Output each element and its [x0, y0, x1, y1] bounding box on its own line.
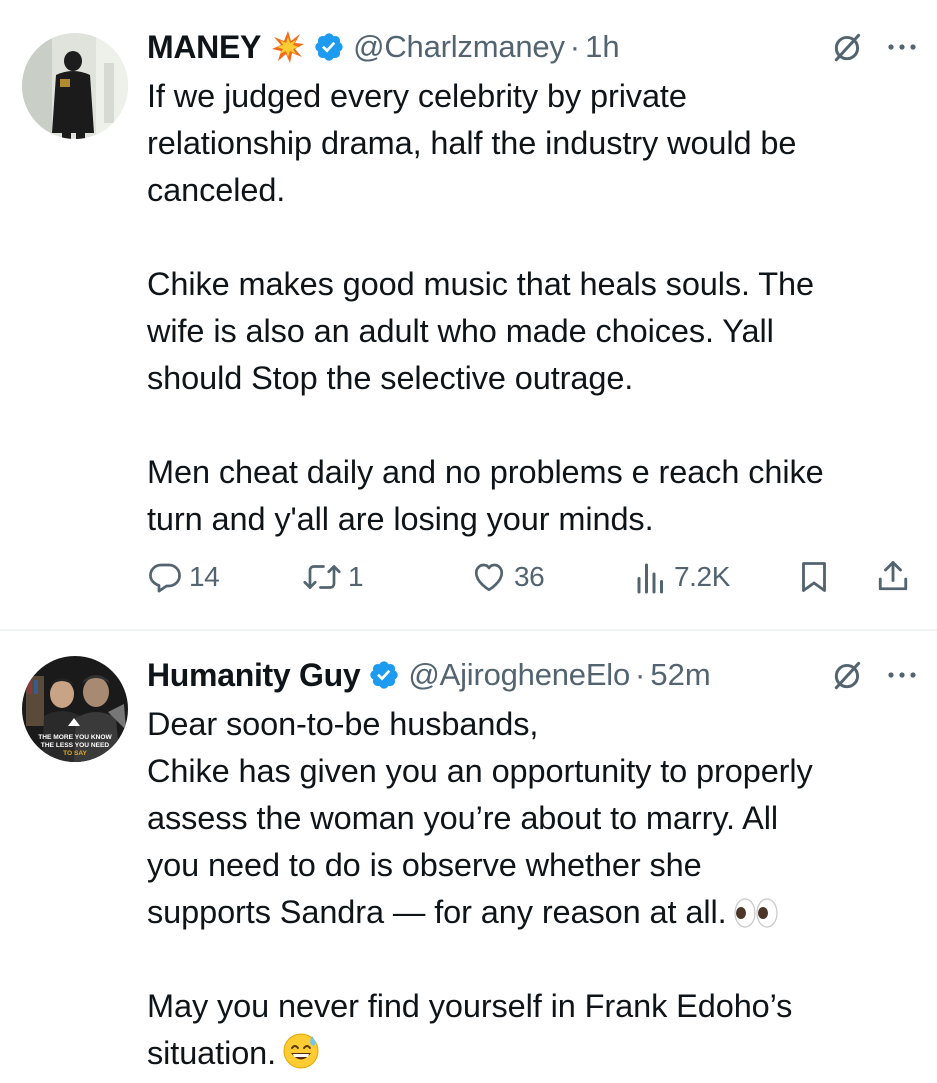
tweet-text-line: situation.	[147, 1035, 277, 1071]
repost-icon	[303, 565, 341, 589]
user-handle[interactable]: @Charlzmaney	[353, 29, 565, 65]
like-button[interactable]: 36	[470, 559, 545, 595]
more-dots-icon[interactable]	[887, 670, 917, 680]
timestamp[interactable]: 1h	[585, 29, 619, 65]
tweet[interactable]: THE MORE YOU KNOW THE LESS YOU NEED TO S…	[0, 631, 937, 1080]
more-dots-icon[interactable]	[887, 42, 917, 52]
avatar-text-line: TO SAY	[63, 750, 87, 757]
tweet-text-line: If we judged every celebrity by private	[147, 78, 687, 114]
tweet-text: Dear soon-to-be husbands, Chike has give…	[147, 701, 922, 1077]
grok-icon[interactable]	[831, 30, 865, 64]
tweet-text-line: supports Sandra — for any reason at all.	[147, 894, 727, 930]
timestamp[interactable]: 52m	[650, 657, 710, 693]
repost-count: 1	[348, 561, 364, 592]
tweet-text-line-with-emoji: situation.	[147, 1030, 922, 1077]
bookmark-button[interactable]	[797, 559, 831, 595]
tweet-text-line: canceled.	[147, 172, 286, 208]
tweet-text-line: Dear soon-to-be husbands,	[147, 706, 539, 742]
display-name[interactable]: Humanity Guy	[147, 657, 361, 694]
tweet-text-line: Chike has given you an opportunity to pr…	[147, 753, 813, 789]
tweet-header: Humanity Guy @AjirogheneElo · 52m	[147, 653, 917, 697]
share-button[interactable]	[875, 557, 911, 595]
views-count: 7.2K	[674, 561, 730, 592]
user-handle[interactable]: @AjirogheneElo	[408, 657, 630, 693]
reply-button[interactable]: 14	[147, 559, 220, 595]
grok-icon[interactable]	[831, 658, 865, 692]
reply-count: 14	[189, 561, 220, 592]
tweet-text-line: you need to do is observe whether she	[147, 847, 702, 883]
collision-emoji	[271, 30, 305, 64]
tweet-text-line: should Stop the selective outrage.	[147, 360, 634, 396]
eyes-emoji	[733, 895, 779, 942]
display-name[interactable]: MANEY	[147, 29, 261, 66]
share-icon	[878, 561, 908, 591]
avatar[interactable]: THE MORE YOU KNOW THE LESS YOU NEED TO S…	[22, 656, 128, 762]
like-count: 36	[514, 561, 545, 592]
tweet-text-line: assess the woman you’re about to marry. …	[147, 800, 778, 836]
separator-dot: ·	[635, 657, 646, 692]
tweet-text-line: wife is also an adult who made choices. …	[147, 313, 774, 349]
views-button[interactable]: 7.2K	[634, 559, 730, 595]
tweet-text-line: Men cheat daily and no problems e reach …	[147, 454, 824, 490]
tweet-text-line: relationship drama, half the industry wo…	[147, 125, 797, 161]
like-icon	[474, 563, 504, 592]
verified-badge-icon[interactable]	[368, 659, 400, 691]
repost-button[interactable]: 1	[302, 559, 364, 595]
tweet-text-line: May you never find yourself in Frank Edo…	[147, 988, 793, 1024]
avatar[interactable]	[22, 33, 128, 139]
avatar-text-line: THE MORE YOU KNOW	[38, 734, 112, 741]
action-bar: 14 1 36 7.2K	[147, 555, 917, 601]
views-icon	[637, 563, 663, 594]
tweet-text-line: Chike makes good music that heals souls.…	[147, 266, 815, 302]
tweet-text: If we judged every celebrity by private …	[147, 73, 922, 543]
avatar-text-line: THE LESS YOU NEED	[41, 742, 110, 749]
grinning-sweat-emoji	[282, 1032, 320, 1083]
verified-badge-icon[interactable]	[313, 31, 345, 63]
reply-icon	[149, 563, 181, 593]
bookmark-icon	[802, 562, 826, 592]
separator-dot: ·	[569, 29, 581, 64]
tweet-text-line-with-emoji: supports Sandra — for any reason at all.	[147, 889, 922, 936]
tweet-text-line: turn and y'all are losing your minds.	[147, 501, 654, 537]
tweet[interactable]: MANEY @Charlzmaney · 1h If we judged eve…	[0, 0, 937, 630]
tweet-header: MANEY @Charlzmaney · 1h	[147, 25, 917, 69]
